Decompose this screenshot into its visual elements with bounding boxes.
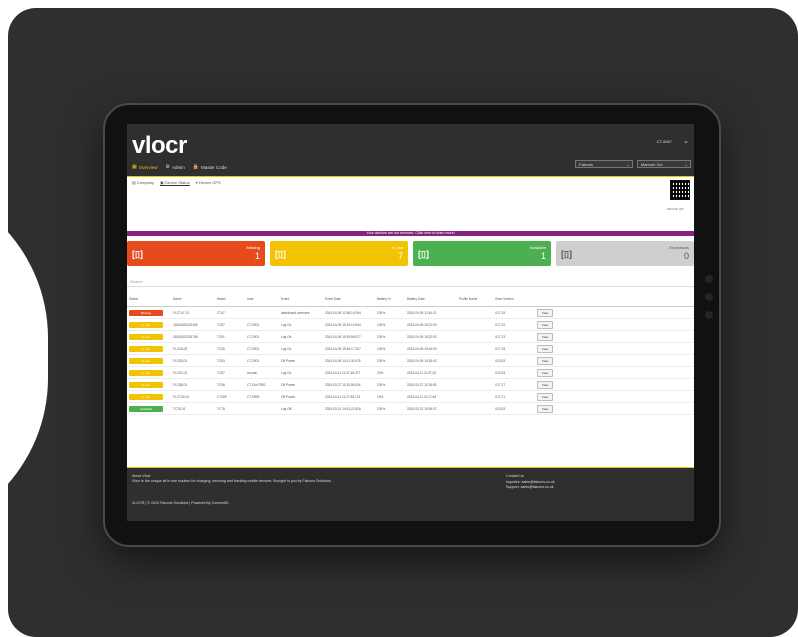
device-icon: [▯]	[561, 249, 572, 259]
view-button[interactable]: View	[537, 380, 553, 389]
lock-icon: 🔒	[192, 164, 199, 170]
table-row[interactable]: In Use 18240522301155 TC57 CT-2901 Log On 20…	[127, 318, 694, 331]
footer-support-link[interactable]: Support: sales@falcons.co.uk	[506, 485, 554, 489]
view-button[interactable]: View	[537, 392, 553, 401]
status-badge: In Use	[129, 381, 163, 388]
view-button[interactable]: View	[537, 404, 553, 413]
company-select[interactable]: Falcons ⌄	[575, 160, 633, 168]
table-row[interactable]: Available TC78-01 TC78 Log Off 2024-03-21 1…	[127, 402, 694, 415]
gear-icon: ⚙	[165, 164, 170, 170]
search-input[interactable]: Search	[130, 279, 143, 284]
footer-copyright: VLOCR | © 2024 Falcons Solutions | Power…	[132, 501, 229, 505]
table-row[interactable]: In Use FLC53-01 TC53 CT-2901 Off Power 2024-…	[127, 354, 694, 367]
col-model[interactable]: Model	[215, 291, 245, 307]
table-row[interactable]: In Use FLC57-02 TC57 Human Log On 2024-04-11…	[127, 366, 694, 379]
col-vlocr-version[interactable]: Vlocr Version	[493, 291, 535, 307]
nav-overview[interactable]: ▦ Overview	[132, 164, 158, 170]
col-event[interactable]: Event	[279, 291, 323, 307]
service-banner[interactable]: Your devices are not serviced. Click her…	[127, 231, 694, 236]
tablet-camera	[705, 293, 713, 301]
table-row[interactable]: In Use 18240522301796 TC51 CT-2901 Log On 20…	[127, 330, 694, 343]
view-button[interactable]: View	[537, 332, 553, 341]
device-icon: [▯]	[418, 249, 429, 259]
status-badge: In Use	[129, 345, 163, 352]
status-badge: Missing	[129, 309, 163, 316]
search-underline	[127, 286, 694, 287]
table-row[interactable]: In Use FLCT40-01 CT40P CT-9993 Off Power 202…	[127, 390, 694, 403]
footer-inquiries-link[interactable]: Inquiries: sales@falcons.co.uk	[506, 480, 555, 484]
app-screen: vlocr CT-6067 ⌄ ▦ Overview ⚙ Admin 🔒 Mas…	[127, 124, 694, 521]
col-battery-date[interactable]: Battery Date	[405, 291, 457, 307]
status-card-missing[interactable]: [▯] Missing 1	[127, 241, 265, 266]
vlocr-logo[interactable]: vlocr	[132, 132, 187, 160]
tab-company[interactable]: ▤ Company	[132, 180, 154, 186]
table-row[interactable]: In Use FLC58-01 TC58 CT-ChriTR81 Off Power 2…	[127, 378, 694, 391]
status-badge: In Use	[129, 321, 163, 328]
qr-label: DEVICE QR	[667, 207, 684, 211]
col-actions	[535, 291, 694, 307]
col-battery[interactable]: Battery %	[375, 291, 405, 307]
footer-about-title: About Vlocr	[132, 474, 151, 478]
header-accent-line	[127, 176, 694, 177]
status-card-exceptions[interactable]: [▯] Exceptions 0	[556, 241, 694, 266]
chevron-down-icon[interactable]: ⌄	[683, 137, 689, 145]
main-nav: ▦ Overview ⚙ Admin 🔒 Master Code	[132, 164, 227, 170]
col-event-date[interactable]: Event Date	[323, 291, 375, 307]
device-icon: [▯]	[275, 249, 286, 259]
chevron-down-icon: ⌄	[684, 162, 688, 167]
view-button[interactable]: View	[537, 308, 553, 317]
view-button[interactable]: View	[537, 356, 553, 365]
user-menu[interactable]: CT-6067	[657, 139, 672, 144]
status-badge: In Use	[129, 333, 163, 340]
tab-device-status[interactable]: ▣ Device Status	[160, 180, 190, 186]
col-name[interactable]: Name	[171, 291, 215, 307]
view-button[interactable]: View	[537, 344, 553, 353]
col-status[interactable]: Status	[127, 291, 171, 307]
footer: About Vlocr Vlocr is the unique all in o…	[127, 467, 694, 521]
table-header-row: Status Name Model User Event Event Date …	[127, 291, 694, 307]
status-card-in-use[interactable]: [▯] In Use 7	[270, 241, 408, 266]
footer-contact-title: Contact Us	[506, 474, 524, 478]
person-select[interactable]: Marcum Xul ⌄	[637, 160, 691, 168]
device-table: Status Name Model User Event Event Date …	[127, 291, 694, 415]
status-badge: In Use	[129, 369, 163, 376]
footer-about-text: Vlocr is the unique all in one solution …	[132, 479, 332, 483]
view-button[interactable]: View	[537, 368, 553, 377]
table-row[interactable]: Missing FLCT47-01 CT47 dashboard.overview 2…	[127, 306, 694, 319]
status-badge: In Use	[129, 357, 163, 364]
status-badge: In Use	[129, 393, 163, 400]
view-button[interactable]: View	[537, 320, 553, 329]
dashboard-icon: ▦	[132, 164, 137, 170]
qr-code-icon[interactable]	[670, 180, 690, 200]
tablet-camera	[705, 311, 713, 319]
device-icon: [▯]	[132, 249, 143, 259]
tablet-camera	[705, 275, 713, 283]
nav-admin[interactable]: ⚙ Admin	[166, 164, 185, 170]
nav-master-code[interactable]: 🔒 Master Code	[193, 164, 227, 170]
sub-tabs: ▤ Company ▣ Device Status ⌖ Device GPS	[132, 180, 221, 186]
tab-device-gps[interactable]: ⌖ Device GPS	[196, 180, 221, 186]
status-badge: Available	[129, 405, 163, 412]
status-card-available[interactable]: [▯] Available 1	[413, 241, 551, 266]
table-row[interactable]: In Use FLC26-00 TC26 CT-2901 Log On 2024-04-…	[127, 342, 694, 355]
col-user[interactable]: User	[245, 291, 279, 307]
top-bar: vlocr CT-6067 ⌄ ▦ Overview ⚙ Admin 🔒 Mas…	[127, 124, 694, 176]
col-profile-name[interactable]: Profile Name	[457, 291, 493, 307]
chevron-down-icon: ⌄	[626, 162, 630, 167]
